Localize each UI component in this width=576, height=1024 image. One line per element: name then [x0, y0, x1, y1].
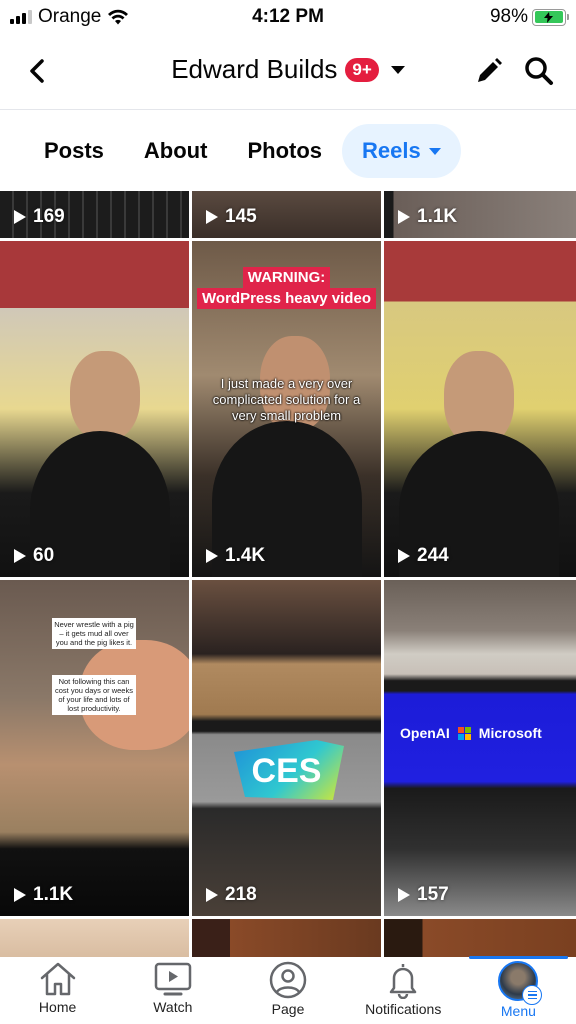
reel-caption: Not following this can cost you days or …	[52, 675, 136, 715]
view-count: 1.1K	[398, 206, 457, 228]
reel-subtitle: I just made a very over complicated solu…	[212, 376, 361, 423]
tab-posts[interactable]: Posts	[24, 126, 124, 176]
reel-tile[interactable]: 60	[0, 241, 189, 577]
play-icon	[206, 888, 218, 902]
view-count: 218	[206, 884, 257, 906]
play-icon	[14, 210, 26, 224]
view-count: 60	[14, 545, 54, 567]
view-count: 244	[398, 545, 449, 567]
nav-label: Menu	[500, 1003, 536, 1019]
play-icon	[398, 210, 410, 224]
tab-label: Reels	[362, 138, 421, 163]
play-icon	[398, 549, 410, 563]
microsoft-logo-icon	[457, 726, 471, 740]
reel-tile[interactable]: 1.1K	[384, 191, 576, 238]
reel-tile[interactable]: CES 218	[192, 580, 381, 916]
tab-label: Posts	[44, 138, 104, 163]
caret-down-icon	[428, 147, 441, 155]
notification-badge: 9+	[345, 57, 379, 82]
view-count: 169	[14, 206, 65, 228]
reel-tile[interactable]	[192, 919, 381, 957]
reels-grid: 169 145 1.1K 60 WARNING: WordPress heavy…	[0, 191, 576, 957]
view-count: 157	[398, 884, 449, 906]
microsoft-logo: Microsoft	[478, 725, 542, 741]
bottom-navigation: Home Watch Page Notifications Menu	[0, 956, 576, 1024]
reel-tile[interactable]	[384, 919, 576, 957]
edit-button[interactable]	[472, 54, 506, 88]
page-header: Edward Builds 9+	[0, 34, 576, 110]
profile-circle-icon	[269, 961, 307, 999]
openai-logo: OpenAI	[400, 725, 450, 741]
nav-page[interactable]: Page	[230, 957, 345, 1024]
nav-label: Home	[38, 999, 77, 1015]
battery-percent: 98%	[489, 6, 528, 27]
reel-tile[interactable]: 169	[0, 191, 189, 238]
charging-bolt-icon	[544, 11, 554, 23]
reel-tile[interactable]	[0, 919, 189, 957]
tab-label: Photos	[247, 138, 323, 163]
play-icon	[206, 210, 218, 224]
home-icon	[40, 962, 75, 996]
battery-icon	[532, 8, 569, 26]
reel-tile[interactable]: Never wrestle with a pig – it gets mud a…	[0, 580, 189, 916]
bell-icon	[389, 964, 417, 999]
view-count: 145	[206, 206, 257, 228]
tab-label: About	[143, 138, 208, 163]
reel-tile[interactable]: 244	[384, 241, 576, 577]
tab-about[interactable]: About	[124, 126, 228, 176]
nav-label: Notifications	[365, 1001, 442, 1017]
ces-logo-text: CES	[251, 752, 322, 790]
caret-down-icon	[390, 65, 405, 74]
nav-label: Watch	[153, 999, 193, 1015]
tab-photos[interactable]: Photos	[227, 126, 342, 176]
nav-home[interactable]: Home	[0, 957, 115, 1024]
search-icon	[525, 57, 553, 85]
play-icon	[14, 549, 26, 563]
search-button[interactable]	[522, 54, 556, 88]
avatar-menu-icon	[498, 961, 543, 1005]
reel-caption: OpenAI Microsoft	[400, 725, 570, 741]
view-count: 1.4K	[206, 545, 265, 567]
nav-notifications[interactable]: Notifications	[346, 957, 461, 1024]
pencil-icon	[478, 58, 502, 82]
reel-tile[interactable]: OpenAI Microsoft 157	[384, 580, 576, 916]
play-icon	[398, 888, 410, 902]
menu-icon	[522, 985, 543, 1005]
nav-menu[interactable]: Menu	[461, 956, 576, 1024]
status-bar: Orange 4:12 PM 98%	[0, 0, 576, 34]
play-icon	[14, 888, 26, 902]
nav-label: Page	[271, 1001, 305, 1017]
nav-watch[interactable]: Watch	[115, 957, 230, 1024]
page-title: Edward Builds	[171, 54, 338, 84]
page-tabs: Posts About Photos Reels	[0, 111, 576, 191]
reel-tile[interactable]: WARNING: WordPress heavy video I just ma…	[192, 241, 381, 577]
tab-reels[interactable]: Reels	[342, 124, 461, 178]
reel-tile[interactable]: 145	[192, 191, 381, 238]
play-icon	[206, 549, 218, 563]
reel-caption: Never wrestle with a pig – it gets mud a…	[52, 618, 136, 649]
view-count: 1.1K	[14, 884, 73, 906]
reel-caption: WARNING: WordPress heavy video	[192, 267, 381, 309]
video-play-icon	[154, 962, 192, 996]
